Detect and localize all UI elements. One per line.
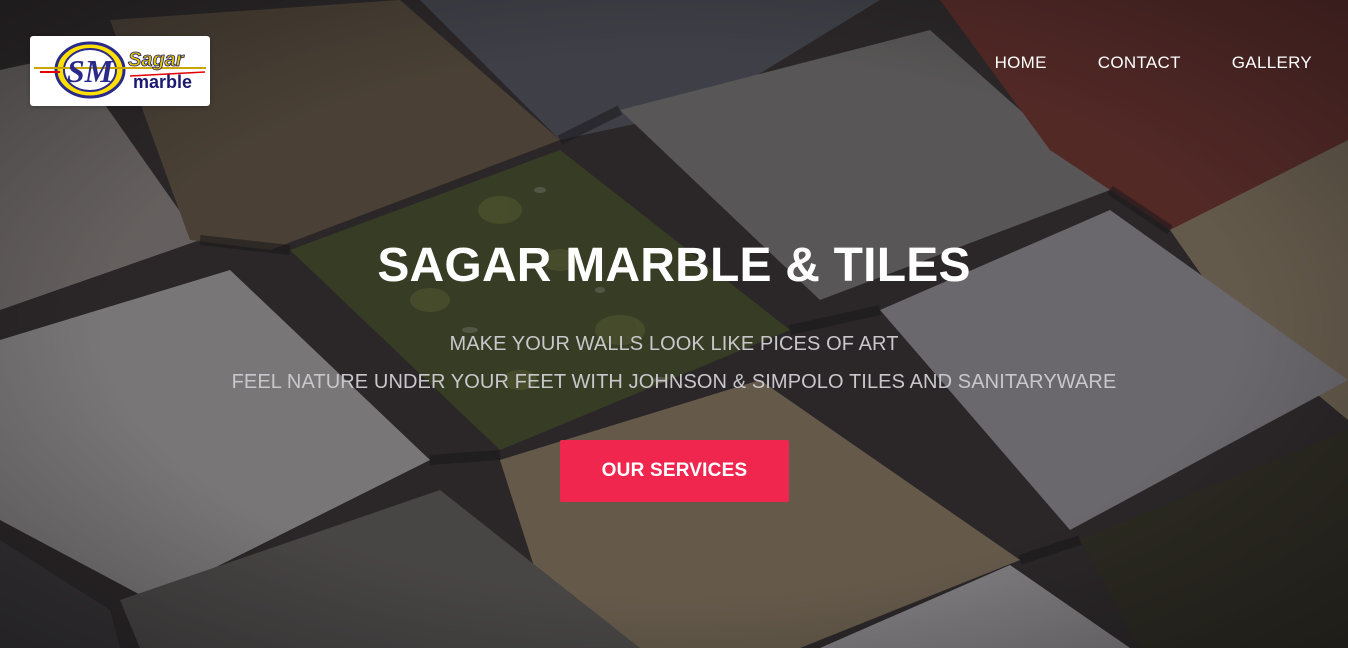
svg-text:Sagar: Sagar: [128, 49, 185, 71]
nav-contact-link[interactable]: CONTACT: [1098, 52, 1181, 74]
hero-section: SM Sagar marble HOME CONTACT GALLERY SAG…: [0, 0, 1348, 648]
hero-title: SAGAR MARBLE & TILES: [377, 239, 971, 292]
nav-gallery-link[interactable]: GALLERY: [1232, 52, 1312, 74]
hero-subtitle-line-2: FEEL NATURE UNDER YOUR FEET WITH JOHNSON…: [231, 371, 1117, 393]
sagar-marble-logo-image: SM Sagar marble: [34, 41, 206, 99]
logo[interactable]: SM Sagar marble: [30, 36, 210, 106]
main-nav: HOME CONTACT GALLERY: [995, 52, 1312, 74]
hero-subtitle-line-1: MAKE YOUR WALLS LOOK LIKE PICES OF ART: [449, 333, 899, 355]
our-services-button[interactable]: OUR SERVICES: [560, 440, 789, 502]
svg-text:SM: SM: [67, 53, 115, 89]
nav-home-link[interactable]: HOME: [995, 52, 1047, 74]
